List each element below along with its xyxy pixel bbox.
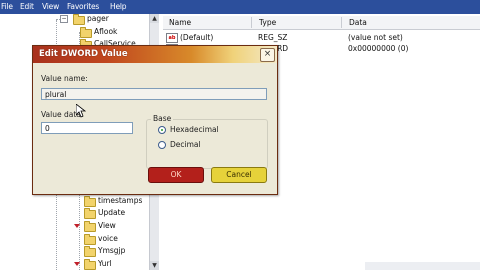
expand-arrow-icon[interactable] xyxy=(74,224,80,228)
hexadecimal-label[interactable]: Hexadecimal xyxy=(170,125,219,134)
menu-file[interactable]: File xyxy=(1,2,13,11)
menu-help[interactable]: Help xyxy=(110,2,127,11)
tree-guide-line xyxy=(79,186,80,270)
list-header: Name Type Data xyxy=(163,16,480,30)
value-row-default[interactable]: ab (Default) REG_SZ (value not set) xyxy=(166,33,476,43)
folder-icon xyxy=(84,259,96,270)
menu-view[interactable]: View xyxy=(42,2,59,11)
value-name-field[interactable]: plural xyxy=(41,88,267,100)
value-data-field[interactable]: 0 xyxy=(41,122,133,134)
mouse-cursor-icon xyxy=(76,104,86,118)
column-data[interactable]: Data xyxy=(349,18,367,27)
menu-edit[interactable]: Edit xyxy=(20,2,34,11)
column-name[interactable]: Name xyxy=(169,18,191,27)
value-name-label: Value name: xyxy=(41,74,88,83)
column-divider[interactable] xyxy=(251,17,252,28)
expand-toggle-icon[interactable]: − xyxy=(60,15,68,23)
decimal-label[interactable]: Decimal xyxy=(170,140,201,149)
decimal-radio[interactable] xyxy=(158,141,166,149)
string-value-icon: ab xyxy=(166,33,178,43)
folder-icon xyxy=(80,27,92,38)
status-strip xyxy=(365,262,480,270)
scroll-down-arrow-icon[interactable]: ▼ xyxy=(150,261,159,270)
folder-icon xyxy=(84,208,96,219)
menu-bar: File Edit View Favorites Help xyxy=(0,0,480,14)
folder-icon xyxy=(84,234,96,245)
edit-dword-dialog: Edit DWORD Value × Value name: plural Va… xyxy=(32,45,278,195)
value-data-text: 0 xyxy=(45,124,50,133)
ok-button[interactable]: OK xyxy=(148,167,204,183)
folder-icon xyxy=(84,196,96,207)
close-icon: × xyxy=(263,49,272,59)
scroll-up-arrow-icon[interactable]: ▲ xyxy=(150,14,159,23)
folder-icon xyxy=(84,246,96,257)
cancel-button[interactable]: Cancel xyxy=(211,167,267,183)
expand-arrow-icon[interactable] xyxy=(74,262,80,266)
column-type[interactable]: Type xyxy=(259,18,276,27)
menu-favorites[interactable]: Favorites xyxy=(67,2,99,11)
base-group-label: Base xyxy=(151,114,174,123)
folder-icon xyxy=(84,221,96,232)
hexadecimal-radio[interactable] xyxy=(158,126,166,134)
folder-icon xyxy=(73,14,85,25)
value-name-text: plural xyxy=(45,90,67,99)
close-button[interactable]: × xyxy=(260,48,275,62)
dialog-titlebar[interactable]: Edit DWORD Value × xyxy=(33,46,277,63)
column-divider[interactable] xyxy=(341,17,342,28)
dialog-title: Edit DWORD Value xyxy=(39,49,128,59)
